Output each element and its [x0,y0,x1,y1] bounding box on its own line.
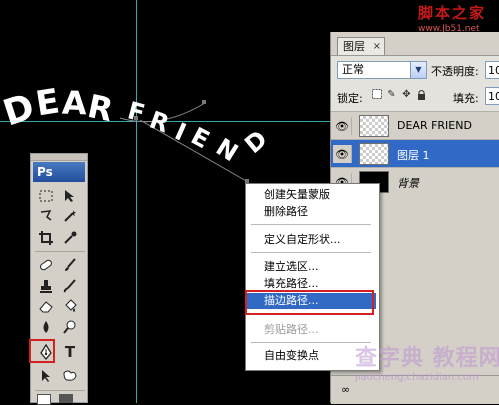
menu-divider [251,252,371,253]
anchor-point-top [202,100,206,104]
opacity-input[interactable]: 100 [485,61,499,79]
opacity-value: 100 [488,64,499,77]
tools-panel-header[interactable] [31,154,87,161]
lock-position-icon[interactable]: ✥ [401,88,412,100]
close-icon[interactable]: × [373,38,381,55]
menu-item-create-vector-mask[interactable]: 创建矢量蒙版 [247,187,376,203]
menu-divider [251,342,371,343]
eye-icon[interactable]: 👁 [333,145,352,163]
lock-all-icon[interactable] [416,88,427,100]
eraser-icon[interactable] [35,296,57,315]
layer-row-layer-1[interactable]: 👁 图层 1 [331,139,499,167]
marquee-icon[interactable] [35,186,57,205]
healing-brush-icon[interactable] [35,255,57,274]
shape-icon[interactable] [59,366,81,385]
tab-layers-label: 图层 [343,40,365,53]
crop-icon[interactable] [35,228,57,247]
dear-letter-a: A [61,83,88,123]
stroke-path-highlight [245,290,374,315]
eye-icon[interactable]: 👁 [333,117,352,135]
tools-panel: Ps T [30,153,88,405]
eyedropper-icon[interactable] [59,228,81,247]
fill-input[interactable]: 100 [485,87,499,105]
menu-item-define-custom-shape[interactable]: 定义自定形状... [247,232,376,248]
lock-label: 锁定: [337,92,363,105]
link-layers-icon[interactable]: ∞ [341,383,350,396]
watermark-bottom-text: 查字典 教程网 [355,346,499,371]
move-icon[interactable] [59,186,81,205]
lock-transparent-icon[interactable] [371,88,382,100]
tools-divider-bottom [35,390,85,391]
layer-name: 背景 [397,177,419,190]
paint-bucket-icon[interactable] [59,296,81,315]
lock-icons: ✎ ✥ [371,88,427,100]
fill-value: 100 [488,90,499,103]
blend-mode-select[interactable]: 正常 ▼ [337,61,427,79]
layer-row-dear-friend[interactable]: 👁 DEAR FRIEND [331,111,499,139]
watermark-bottom: 查字典 教程网 jiaocheng.chazidian.com [355,340,499,403]
magic-wand-icon[interactable] [59,206,81,225]
blur-icon[interactable] [35,317,57,336]
lasso-icon[interactable] [35,206,57,225]
brush-icon[interactable] [59,255,81,274]
blend-mode-value: 正常 [342,63,364,76]
history-brush-icon[interactable] [59,276,81,295]
screen-mode-icon[interactable] [59,394,73,403]
layer-name: 图层 1 [397,149,430,162]
menu-item-clipping-path: 剪贴路径... [264,323,319,336]
layer-options-bar: 正常 ▼ 不透明度: 100 锁定: ✎ ✥ 填充: 100 [331,55,499,112]
layer-thumbnail [359,115,389,137]
type-icon[interactable]: T [59,342,81,361]
layer-name: DEAR FRIEND [397,119,472,132]
menu-divider [251,224,371,225]
lock-pixels-icon[interactable]: ✎ [386,88,397,100]
ps-logo[interactable]: Ps [33,162,85,182]
tools-divider [35,251,85,252]
pen-tool-highlight [29,339,55,363]
clone-stamp-icon[interactable] [35,276,57,295]
layer-thumbnail [359,143,389,165]
watermark-bottom-url: jiaocheng.chazidian.com [355,372,479,383]
fill-label: 填充: [453,92,479,105]
menu-item-make-selection[interactable]: 建立选区... [247,259,376,275]
quick-mask-icon[interactable] [37,394,51,405]
tab-layers[interactable]: 图层 × [337,37,385,55]
menu-item-delete-path[interactable]: 删除路径 [247,204,376,220]
dodge-icon[interactable] [59,317,81,336]
opacity-label: 不透明度: [431,65,479,78]
chevron-down-icon[interactable]: ▼ [410,62,426,78]
path-select-icon[interactable] [35,366,57,385]
